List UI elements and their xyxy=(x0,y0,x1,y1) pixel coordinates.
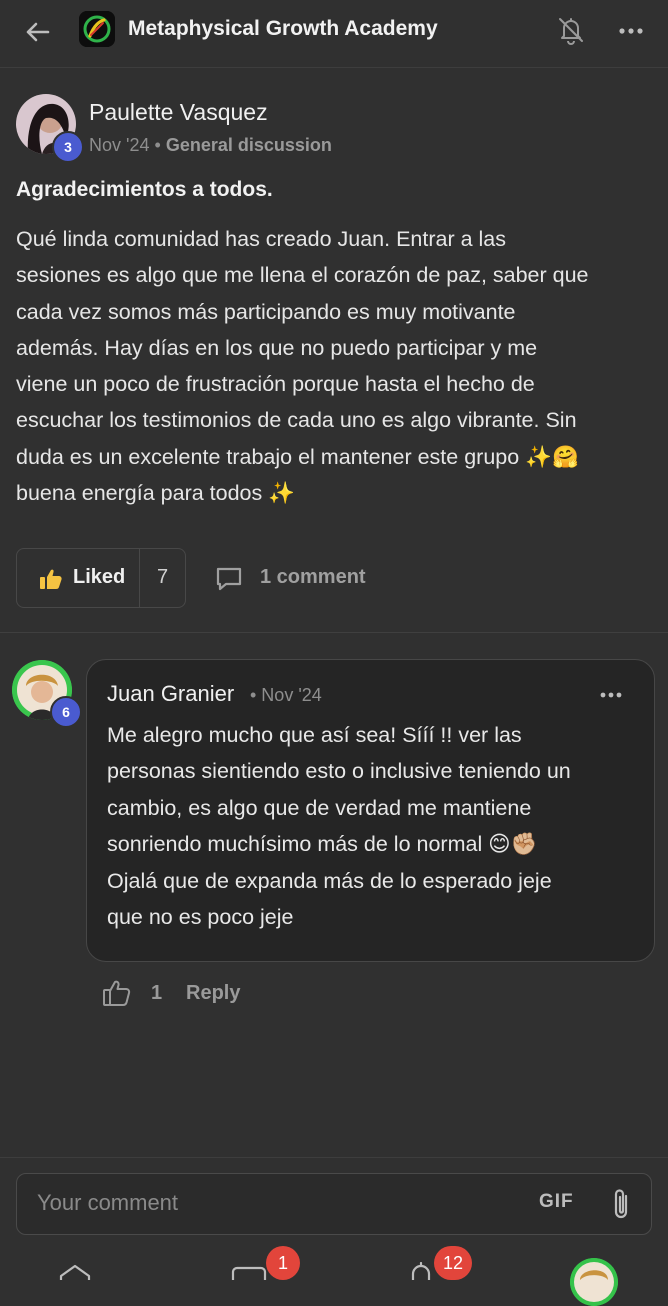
nav-home[interactable] xyxy=(58,1264,92,1285)
comment-icon xyxy=(216,567,242,591)
like-count[interactable]: 7 xyxy=(157,566,168,589)
attach-button[interactable] xyxy=(606,1186,636,1222)
post-meta: Nov '24 • General discussion xyxy=(89,135,332,156)
post-category[interactable]: General discussion xyxy=(166,135,332,155)
comment-composer: GIF xyxy=(16,1173,652,1235)
like-divider xyxy=(139,549,140,607)
community-title[interactable]: Metaphysical Growth Academy xyxy=(128,17,438,41)
home-icon xyxy=(59,1264,91,1280)
author-level-badge: 3 xyxy=(52,131,84,163)
meta-separator: • xyxy=(154,135,161,155)
thumbs-up-filled-icon xyxy=(40,569,62,589)
like-label: Liked xyxy=(73,566,126,588)
section-divider xyxy=(0,632,668,633)
like-button[interactable]: Liked 7 xyxy=(16,548,186,608)
comment-author-name[interactable]: Juan Granier xyxy=(107,681,234,707)
chat-badge: 1 xyxy=(266,1246,300,1280)
comment-date: • Nov '24 xyxy=(250,685,322,705)
notifications-badge: 12 xyxy=(434,1246,472,1280)
comment-like-button[interactable] xyxy=(102,978,132,1008)
profile-photo-icon xyxy=(570,1258,618,1306)
comment-more-button[interactable] xyxy=(593,680,629,710)
more-horizontal-icon xyxy=(600,692,622,698)
commenter-level-badge: 6 xyxy=(50,696,82,728)
arrow-left-icon xyxy=(26,22,50,42)
more-options-button[interactable] xyxy=(612,12,650,48)
more-horizontal-icon xyxy=(619,28,643,34)
bell-icon xyxy=(411,1261,431,1282)
thumbs-up-icon xyxy=(103,980,131,1006)
paperclip-icon xyxy=(614,1189,628,1219)
comment-bubble: Juan Granier • Nov '24 Me alegro mucho q… xyxy=(86,659,655,962)
comment-like-count: 1 xyxy=(151,982,163,1004)
nav-chat[interactable] xyxy=(230,1266,268,1285)
chat-icon xyxy=(231,1266,267,1280)
gif-button[interactable]: GIF xyxy=(539,1191,574,1213)
community-logo-icon xyxy=(79,11,115,47)
nav-notifications[interactable] xyxy=(408,1261,434,1285)
post-date: Nov '24 xyxy=(89,135,150,155)
post-author-name[interactable]: Paulette Vasquez xyxy=(89,99,268,126)
community-logo[interactable] xyxy=(79,11,115,47)
comment-body: Me alegro mucho que así sea! Sííí !! ver… xyxy=(107,723,571,930)
post-body: Qué linda comunidad has creado Juan. Ent… xyxy=(16,227,589,506)
comment-count-label: 1 comment xyxy=(260,566,366,588)
reply-button[interactable]: Reply xyxy=(186,982,240,1005)
nav-profile-avatar[interactable] xyxy=(570,1258,618,1306)
notifications-mute-button[interactable] xyxy=(553,12,589,48)
top-bar: Metaphysical Growth Academy xyxy=(0,0,668,68)
back-button[interactable] xyxy=(20,14,56,50)
post-title: Agradecimientos a todos. xyxy=(16,178,273,201)
comment-composer-area: GIF xyxy=(0,1157,668,1280)
comment-input[interactable] xyxy=(37,1188,507,1218)
bell-off-icon xyxy=(559,18,583,45)
